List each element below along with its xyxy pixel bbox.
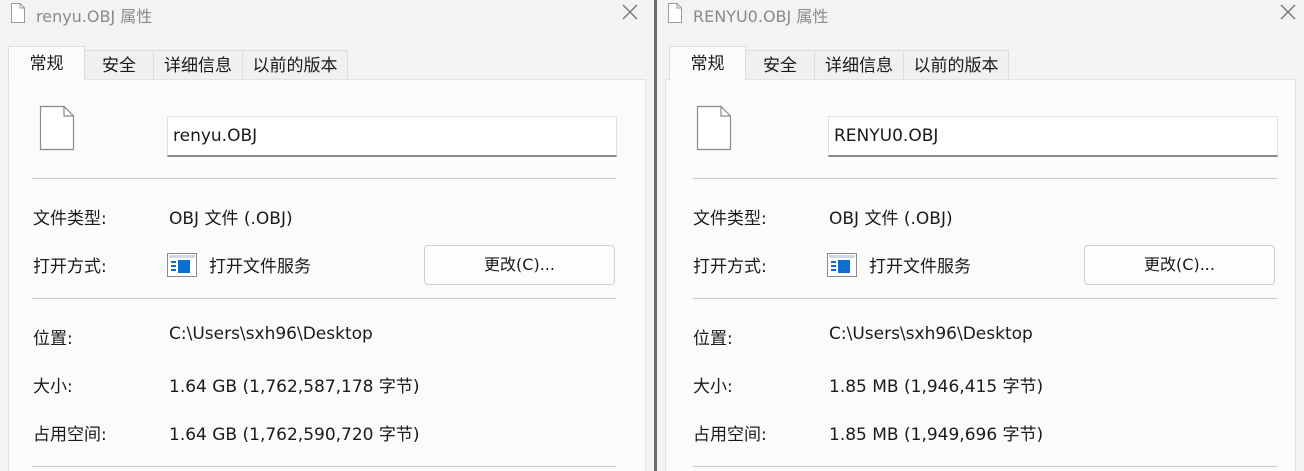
filename-input[interactable] [828,116,1278,157]
filename-input[interactable] [167,116,617,157]
location-label: 位置: [693,329,733,349]
general-panel: 文件类型: OBJ 文件 (.OBJ) 打开方式: 打开文件服务 更改(C)..… [8,79,646,471]
divider [32,178,616,179]
divider [32,466,616,467]
open-file-service-icon [167,253,197,277]
divider [693,178,1277,179]
tab-general[interactable]: 常规 [8,46,85,81]
location-value: C:\Users\sxh96\Desktop [169,324,373,344]
location-label: 位置: [33,329,73,349]
size-on-disk-value: 1.85 MB (1,949,696 字节) [829,425,1044,445]
document-icon [668,3,682,23]
file-type-label: 文件类型: [33,209,107,229]
properties-dialog-left: renyu.OBJ 属性 常规 安全 详细信息 以前的版本 文件类型: OBJ … [0,0,654,471]
size-on-disk-value: 1.64 GB (1,762,590,720 字节) [169,425,420,445]
title-bar[interactable]: RENYU0.OBJ 属性 [657,0,1304,28]
general-panel: 文件类型: OBJ 文件 (.OBJ) 打开方式: 打开文件服务 更改(C)..… [665,79,1296,471]
tab-strip: 常规 安全 详细信息 以前的版本 [8,46,646,81]
close-icon[interactable] [1272,0,1302,26]
title-bar[interactable]: renyu.OBJ 属性 [0,0,654,28]
change-button[interactable]: 更改(C)... [424,245,615,285]
close-icon[interactable] [614,0,644,26]
file-type-value: OBJ 文件 (.OBJ) [829,209,953,229]
tab-general[interactable]: 常规 [669,46,746,81]
properties-dialog-right: RENYU0.OBJ 属性 常规 安全 详细信息 以前的版本 文件类型: OBJ… [657,0,1304,471]
window-title: renyu.OBJ 属性 [36,7,153,26]
tab-strip: 常规 安全 详细信息 以前的版本 [665,46,1296,81]
opens-with-app: 打开文件服务 [209,257,311,277]
divider [693,466,1277,467]
tab-previous-versions[interactable]: 以前的版本 [242,50,348,80]
location-value: C:\Users\sxh96\Desktop [829,324,1033,344]
document-icon [39,105,75,151]
tab-security[interactable]: 安全 [745,50,815,80]
divider [32,298,616,299]
file-type-label: 文件类型: [693,209,767,229]
document-icon [696,105,732,151]
tab-details[interactable]: 详细信息 [814,50,904,80]
divider [693,298,1277,299]
open-file-service-icon [827,253,857,277]
size-value: 1.64 GB (1,762,587,178 字节) [169,377,420,397]
size-value: 1.85 MB (1,946,415 字节) [829,377,1044,397]
size-on-disk-label: 占用空间: [693,425,767,445]
document-icon [11,3,25,23]
window-title: RENYU0.OBJ 属性 [693,7,829,26]
file-type-value: OBJ 文件 (.OBJ) [169,209,293,229]
tab-details[interactable]: 详细信息 [153,50,243,80]
size-label: 大小: [33,377,73,397]
size-on-disk-label: 占用空间: [33,425,107,445]
opens-with-app: 打开文件服务 [869,257,971,277]
tab-previous-versions[interactable]: 以前的版本 [903,50,1009,80]
opens-with-label: 打开方式: [693,257,767,277]
tab-security[interactable]: 安全 [84,50,154,80]
size-label: 大小: [693,377,733,397]
change-button[interactable]: 更改(C)... [1084,245,1275,285]
opens-with-label: 打开方式: [33,257,107,277]
